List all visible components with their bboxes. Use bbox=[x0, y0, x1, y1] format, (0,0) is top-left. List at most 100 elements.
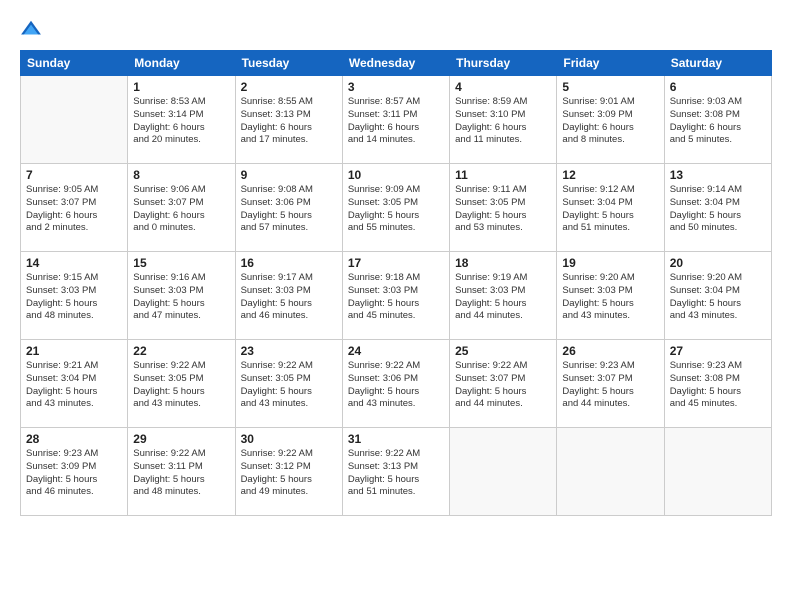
day-info: Sunrise: 9:14 AM Sunset: 3:04 PM Dayligh… bbox=[670, 184, 766, 235]
day-info: Sunrise: 9:23 AM Sunset: 3:08 PM Dayligh… bbox=[670, 360, 766, 411]
calendar-day-29: 29 Sunrise: 9:22 AM Sunset: 3:11 PM Dayli… bbox=[128, 428, 235, 516]
day-number: 4 bbox=[455, 80, 551, 94]
calendar-day-10: 10 Sunrise: 9:09 AM Sunset: 3:05 PM Dayli… bbox=[342, 164, 449, 252]
calendar-day-7: 7 Sunrise: 9:05 AM Sunset: 3:07 PM Daylig… bbox=[21, 164, 128, 252]
day-number: 28 bbox=[26, 432, 122, 446]
calendar-day-1: 1 Sunrise: 8:53 AM Sunset: 3:14 PM Daylig… bbox=[128, 76, 235, 164]
day-number: 17 bbox=[348, 256, 444, 270]
day-info: Sunrise: 9:06 AM Sunset: 3:07 PM Dayligh… bbox=[133, 184, 229, 235]
calendar-day-12: 12 Sunrise: 9:12 AM Sunset: 3:04 PM Dayli… bbox=[557, 164, 664, 252]
calendar-header-thursday: Thursday bbox=[450, 51, 557, 76]
calendar-day-28: 28 Sunrise: 9:23 AM Sunset: 3:09 PM Dayli… bbox=[21, 428, 128, 516]
day-info: Sunrise: 9:20 AM Sunset: 3:04 PM Dayligh… bbox=[670, 272, 766, 323]
day-number: 2 bbox=[241, 80, 337, 94]
day-info: Sunrise: 9:11 AM Sunset: 3:05 PM Dayligh… bbox=[455, 184, 551, 235]
logo-icon bbox=[20, 18, 42, 40]
calendar: SundayMondayTuesdayWednesdayThursdayFrid… bbox=[20, 50, 772, 516]
calendar-day-31: 31Sunrise: 9:22 AM Sunset: 3:13 PM Dayli… bbox=[342, 428, 449, 516]
calendar-day-19: 19 Sunrise: 9:20 AM Sunset: 3:03 PM Dayli… bbox=[557, 252, 664, 340]
day-info: Sunrise: 9:22 AM Sunset: 3:13 PM Dayligh… bbox=[348, 448, 444, 499]
calendar-day-8: 8Sunrise: 9:06 AM Sunset: 3:07 PM Daylig… bbox=[128, 164, 235, 252]
day-info: Sunrise: 9:09 AM Sunset: 3:05 PM Dayligh… bbox=[348, 184, 444, 235]
day-number: 5 bbox=[562, 80, 658, 94]
calendar-week-row: 14 Sunrise: 9:15 AM Sunset: 3:03 PM Dayli… bbox=[21, 252, 772, 340]
calendar-header-saturday: Saturday bbox=[664, 51, 771, 76]
calendar-day-14: 14 Sunrise: 9:15 AM Sunset: 3:03 PM Dayli… bbox=[21, 252, 128, 340]
day-info: Sunrise: 9:08 AM Sunset: 3:06 PM Dayligh… bbox=[241, 184, 337, 235]
calendar-empty-cell bbox=[664, 428, 771, 516]
day-number: 24 bbox=[348, 344, 444, 358]
day-number: 11 bbox=[455, 168, 551, 182]
calendar-day-5: 5Sunrise: 9:01 AM Sunset: 3:09 PM Daylig… bbox=[557, 76, 664, 164]
day-number: 18 bbox=[455, 256, 551, 270]
calendar-day-23: 23 Sunrise: 9:22 AM Sunset: 3:05 PM Dayli… bbox=[235, 340, 342, 428]
day-info: Sunrise: 8:57 AM Sunset: 3:11 PM Dayligh… bbox=[348, 96, 444, 147]
day-info: Sunrise: 9:23 AM Sunset: 3:07 PM Dayligh… bbox=[562, 360, 658, 411]
day-number: 13 bbox=[670, 168, 766, 182]
header bbox=[20, 18, 772, 40]
calendar-day-13: 13 Sunrise: 9:14 AM Sunset: 3:04 PM Dayli… bbox=[664, 164, 771, 252]
calendar-header-monday: Monday bbox=[128, 51, 235, 76]
day-info: Sunrise: 9:22 AM Sunset: 3:12 PM Dayligh… bbox=[241, 448, 337, 499]
day-number: 19 bbox=[562, 256, 658, 270]
day-number: 7 bbox=[26, 168, 122, 182]
calendar-header-row: SundayMondayTuesdayWednesdayThursdayFrid… bbox=[21, 51, 772, 76]
day-number: 15 bbox=[133, 256, 229, 270]
day-info: Sunrise: 9:20 AM Sunset: 3:03 PM Dayligh… bbox=[562, 272, 658, 323]
day-number: 21 bbox=[26, 344, 122, 358]
calendar-day-17: 17Sunrise: 9:18 AM Sunset: 3:03 PM Dayli… bbox=[342, 252, 449, 340]
day-info: Sunrise: 9:12 AM Sunset: 3:04 PM Dayligh… bbox=[562, 184, 658, 235]
day-info: Sunrise: 9:03 AM Sunset: 3:08 PM Dayligh… bbox=[670, 96, 766, 147]
day-info: Sunrise: 9:22 AM Sunset: 3:11 PM Dayligh… bbox=[133, 448, 229, 499]
day-number: 26 bbox=[562, 344, 658, 358]
day-number: 6 bbox=[670, 80, 766, 94]
day-info: Sunrise: 8:59 AM Sunset: 3:10 PM Dayligh… bbox=[455, 96, 551, 147]
day-number: 1 bbox=[133, 80, 229, 94]
day-number: 30 bbox=[241, 432, 337, 446]
calendar-empty-cell bbox=[450, 428, 557, 516]
day-number: 25 bbox=[455, 344, 551, 358]
calendar-day-22: 22 Sunrise: 9:22 AM Sunset: 3:05 PM Dayli… bbox=[128, 340, 235, 428]
day-info: Sunrise: 9:22 AM Sunset: 3:07 PM Dayligh… bbox=[455, 360, 551, 411]
day-number: 10 bbox=[348, 168, 444, 182]
calendar-header-sunday: Sunday bbox=[21, 51, 128, 76]
day-info: Sunrise: 9:16 AM Sunset: 3:03 PM Dayligh… bbox=[133, 272, 229, 323]
day-info: Sunrise: 8:53 AM Sunset: 3:14 PM Dayligh… bbox=[133, 96, 229, 147]
day-number: 16 bbox=[241, 256, 337, 270]
day-info: Sunrise: 9:19 AM Sunset: 3:03 PM Dayligh… bbox=[455, 272, 551, 323]
day-number: 9 bbox=[241, 168, 337, 182]
calendar-day-24: 24 Sunrise: 9:22 AM Sunset: 3:06 PM Dayli… bbox=[342, 340, 449, 428]
page: SundayMondayTuesdayWednesdayThursdayFrid… bbox=[0, 0, 792, 612]
day-info: Sunrise: 9:15 AM Sunset: 3:03 PM Dayligh… bbox=[26, 272, 122, 323]
calendar-day-16: 16Sunrise: 9:17 AM Sunset: 3:03 PM Dayli… bbox=[235, 252, 342, 340]
day-number: 27 bbox=[670, 344, 766, 358]
calendar-day-18: 18 Sunrise: 9:19 AM Sunset: 3:03 PM Dayli… bbox=[450, 252, 557, 340]
day-info: Sunrise: 9:22 AM Sunset: 3:05 PM Dayligh… bbox=[133, 360, 229, 411]
calendar-week-row: 1 Sunrise: 8:53 AM Sunset: 3:14 PM Daylig… bbox=[21, 76, 772, 164]
calendar-day-11: 11 Sunrise: 9:11 AM Sunset: 3:05 PM Dayli… bbox=[450, 164, 557, 252]
day-number: 14 bbox=[26, 256, 122, 270]
day-number: 22 bbox=[133, 344, 229, 358]
calendar-week-row: 21Sunrise: 9:21 AM Sunset: 3:04 PM Dayli… bbox=[21, 340, 772, 428]
day-info: Sunrise: 9:22 AM Sunset: 3:05 PM Dayligh… bbox=[241, 360, 337, 411]
calendar-day-15: 15 Sunrise: 9:16 AM Sunset: 3:03 PM Dayli… bbox=[128, 252, 235, 340]
calendar-day-9: 9 Sunrise: 9:08 AM Sunset: 3:06 PM Daylig… bbox=[235, 164, 342, 252]
calendar-day-25: 25 Sunrise: 9:22 AM Sunset: 3:07 PM Dayli… bbox=[450, 340, 557, 428]
calendar-day-2: 2 Sunrise: 8:55 AM Sunset: 3:13 PM Daylig… bbox=[235, 76, 342, 164]
calendar-header-tuesday: Tuesday bbox=[235, 51, 342, 76]
calendar-week-row: 7 Sunrise: 9:05 AM Sunset: 3:07 PM Daylig… bbox=[21, 164, 772, 252]
calendar-day-26: 26 Sunrise: 9:23 AM Sunset: 3:07 PM Dayli… bbox=[557, 340, 664, 428]
day-info: Sunrise: 8:55 AM Sunset: 3:13 PM Dayligh… bbox=[241, 96, 337, 147]
calendar-day-27: 27 Sunrise: 9:23 AM Sunset: 3:08 PM Dayli… bbox=[664, 340, 771, 428]
day-info: Sunrise: 9:23 AM Sunset: 3:09 PM Dayligh… bbox=[26, 448, 122, 499]
day-info: Sunrise: 9:05 AM Sunset: 3:07 PM Dayligh… bbox=[26, 184, 122, 235]
calendar-day-3: 3Sunrise: 8:57 AM Sunset: 3:11 PM Daylig… bbox=[342, 76, 449, 164]
day-info: Sunrise: 9:22 AM Sunset: 3:06 PM Dayligh… bbox=[348, 360, 444, 411]
calendar-header-wednesday: Wednesday bbox=[342, 51, 449, 76]
calendar-day-4: 4 Sunrise: 8:59 AM Sunset: 3:10 PM Daylig… bbox=[450, 76, 557, 164]
day-number: 23 bbox=[241, 344, 337, 358]
calendar-day-30: 30 Sunrise: 9:22 AM Sunset: 3:12 PM Dayli… bbox=[235, 428, 342, 516]
day-number: 12 bbox=[562, 168, 658, 182]
day-number: 29 bbox=[133, 432, 229, 446]
calendar-empty-cell bbox=[21, 76, 128, 164]
